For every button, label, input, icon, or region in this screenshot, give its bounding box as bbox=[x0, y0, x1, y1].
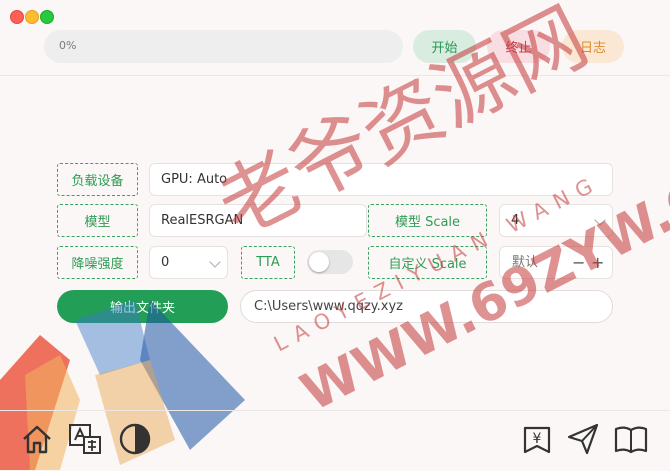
maximize-window-button[interactable] bbox=[40, 10, 54, 24]
chevron-down-icon bbox=[209, 256, 221, 268]
device-label: 负载设备 bbox=[57, 163, 138, 196]
model-scale-label: 模型 Scale bbox=[368, 204, 487, 237]
model-value: RealESRGAN bbox=[161, 213, 244, 228]
donate-symbol: ¥ bbox=[533, 431, 542, 447]
decrement-button[interactable]: − bbox=[572, 253, 585, 272]
output-path-field[interactable]: C:\Users\www.qqzy.xyz bbox=[240, 290, 613, 323]
model-label: 模型 bbox=[57, 204, 138, 237]
custom-scale-input[interactable] bbox=[510, 254, 574, 271]
model-select[interactable]: RealESRGAN bbox=[149, 204, 367, 237]
tta-toggle[interactable] bbox=[307, 250, 353, 274]
device-select[interactable]: GPU: Auto bbox=[149, 163, 613, 196]
toggle-knob bbox=[309, 252, 329, 272]
device-value: GPU: Auto bbox=[161, 172, 228, 187]
tta-label: TTA bbox=[241, 246, 295, 279]
theme-icon[interactable] bbox=[118, 422, 152, 456]
output-path-value: C:\Users\www.qqzy.xyz bbox=[254, 299, 403, 314]
stop-button[interactable]: 终止 bbox=[487, 30, 550, 63]
home-icon[interactable] bbox=[20, 422, 54, 456]
donate-icon[interactable]: ¥ bbox=[520, 422, 554, 456]
denoise-select[interactable]: 0 bbox=[149, 246, 228, 279]
denoise-value: 0 bbox=[161, 255, 170, 270]
book-icon[interactable] bbox=[614, 422, 648, 456]
model-scale-select[interactable]: 4 bbox=[499, 204, 613, 237]
minimize-window-button[interactable] bbox=[25, 10, 39, 24]
send-icon[interactable] bbox=[566, 422, 600, 456]
increment-button[interactable]: + bbox=[591, 253, 604, 272]
output-folder-button[interactable]: 输出文件夹 bbox=[57, 290, 228, 323]
custom-scale-stepper: − + bbox=[499, 246, 613, 279]
denoise-label: 降噪强度 bbox=[57, 246, 138, 279]
translate-icon[interactable] bbox=[68, 422, 102, 456]
custom-scale-label: 自定义 Scale bbox=[368, 246, 487, 279]
progress-text: 0% bbox=[59, 39, 77, 52]
progress-bar: 0% bbox=[44, 30, 403, 63]
start-button[interactable]: 开始 bbox=[413, 30, 476, 63]
chevron-down-icon bbox=[594, 214, 606, 226]
model-scale-value: 4 bbox=[511, 213, 520, 228]
close-window-button[interactable] bbox=[10, 10, 24, 24]
log-button[interactable]: 日志 bbox=[562, 30, 624, 63]
